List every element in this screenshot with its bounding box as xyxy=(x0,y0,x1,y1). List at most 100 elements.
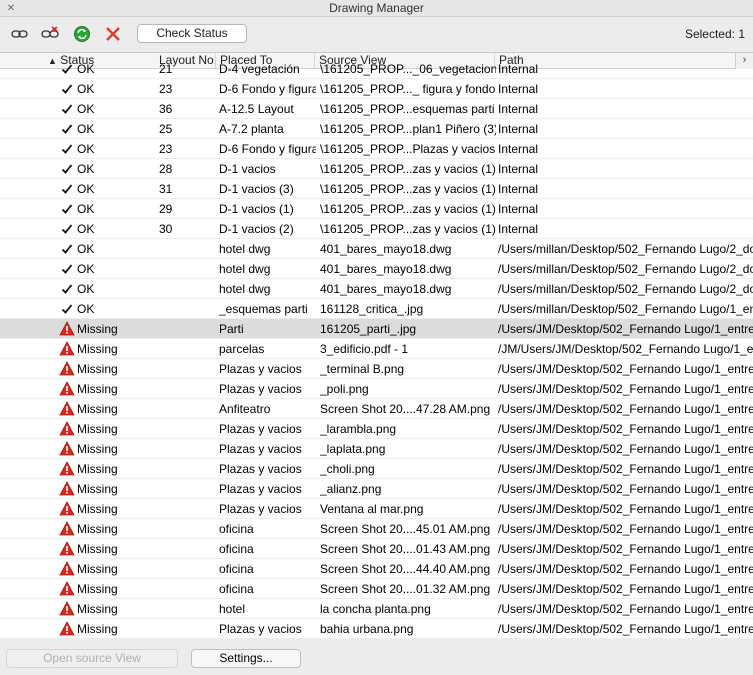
checkmark-icon xyxy=(58,99,76,119)
row-path: /Users/millan/Desktop/502_Fernando Lugo/… xyxy=(498,302,753,316)
row-status: OK xyxy=(77,142,95,156)
row-placed-to: _esquemas parti xyxy=(219,302,308,316)
delete-x-icon[interactable] xyxy=(102,24,124,44)
checkmark-icon xyxy=(58,179,76,199)
row-path: /Users/JM/Desktop/502_Fernando Lugo/1_en… xyxy=(498,422,753,436)
table-row[interactable]: OK 25 A-7.2 planta \161205_PROP...plan1 Piñ… xyxy=(0,119,753,139)
row-placed-to: Plazas y vacios xyxy=(219,622,302,636)
row-source-view: \161205_PROP..._ figura y fondo xyxy=(320,82,496,96)
row-layout-no xyxy=(159,299,217,319)
open-source-view-button[interactable]: Open source View xyxy=(6,649,178,668)
row-path: /JM/Users/JM/Desktop/502_Fernando Lugo/1… xyxy=(498,342,753,356)
row-source-view: \161205_PROP...zas y vacios (1) xyxy=(320,202,496,216)
row-source-view: la concha planta.png xyxy=(320,602,431,616)
table-row[interactable]: Missing Plazas y vacios _alianz.png/Users/… xyxy=(0,479,753,499)
row-placed-to: hotel dwg xyxy=(219,262,271,276)
table-row[interactable]: Missing oficina Screen Shot 20....01.32 AM… xyxy=(0,579,753,599)
checkmark-icon xyxy=(58,239,76,259)
row-placed-to: parcelas xyxy=(219,342,265,356)
table-row[interactable]: OK 30 D-1 vacios (2) \161205_PROP...zas y v… xyxy=(0,219,753,239)
row-placed-to: Plazas y vacios xyxy=(219,362,302,376)
row-placed-to: D-6 Fondo y figura xyxy=(219,142,316,156)
row-layout-no: 28 xyxy=(159,162,173,176)
table-row[interactable]: Missing Plazas y vacios Ventana al mar.png… xyxy=(0,499,753,519)
table-row[interactable]: Missing Plazas y vacios _laplata.png/Users… xyxy=(0,439,753,459)
row-path: /Users/millan/Desktop/502_Fernando Lugo/… xyxy=(498,262,753,276)
warning-icon xyxy=(58,399,76,419)
row-source-view: \161205_PROP...esquemas parti xyxy=(320,102,495,116)
table-row[interactable]: Missing Parti 161205_parti_.jpg/Users/JM/D… xyxy=(0,319,753,339)
row-layout-no: 25 xyxy=(159,122,173,136)
checkmark-icon xyxy=(58,79,76,99)
row-source-view: \161205_PROP...zas y vacios (1) xyxy=(320,222,496,236)
close-window-icon[interactable]: ✕ xyxy=(6,4,16,14)
row-path: /Users/JM/Desktop/502_Fernando Lugo/1_en… xyxy=(498,562,753,576)
table-row[interactable]: Missing oficina Screen Shot 20....01.43 AM… xyxy=(0,539,753,559)
row-status: Missing xyxy=(77,582,118,596)
link-icon[interactable] xyxy=(9,24,31,44)
row-path: Internal xyxy=(498,222,539,236)
table-row[interactable]: Missing Plazas y vacios bahia urbana.png/U… xyxy=(0,619,753,639)
table-row[interactable]: OK 29 D-1 vacios (1) \161205_PROP...zas y v… xyxy=(0,199,753,219)
table-row[interactable]: OK 21 D-4 vegetación \161205_PROP..._06_veg… xyxy=(0,59,753,79)
row-source-view: _laplata.png xyxy=(320,442,386,456)
table-row[interactable]: Missing Plazas y vacios _terminal B.png/Us… xyxy=(0,359,753,379)
row-path: Internal xyxy=(498,142,539,156)
row-path: Internal xyxy=(498,62,539,76)
row-placed-to: D-4 vegetación xyxy=(219,62,300,76)
row-layout-no: 29 xyxy=(159,202,173,216)
row-status: OK xyxy=(77,282,95,296)
table-row[interactable]: Missing hotel la concha planta.png/Users/J… xyxy=(0,599,753,619)
row-placed-to: A-7.2 planta xyxy=(219,122,284,136)
row-source-view: _terminal B.png xyxy=(320,362,405,376)
row-placed-to: Plazas y vacios xyxy=(219,422,302,436)
footer: Open source View Settings... xyxy=(0,640,753,675)
table-row[interactable]: OK hotel dwg 401_bares_mayo18.dwg/Users/mi… xyxy=(0,279,753,299)
row-layout-no xyxy=(159,579,217,599)
table-row[interactable]: Missing oficina Screen Shot 20....44.40 AM… xyxy=(0,559,753,579)
row-layout-no: 21 xyxy=(159,62,173,76)
row-path: /Users/JM/Desktop/502_Fernando Lugo/1_en… xyxy=(498,482,753,496)
table-row[interactable]: Missing Plazas y vacios _poli.png/Users/JM… xyxy=(0,379,753,399)
table-row[interactable]: Missing Plazas y vacios _larambla.png/User… xyxy=(0,419,753,439)
table-row[interactable]: OK hotel dwg 401_bares_mayo18.dwg/Users/mi… xyxy=(0,259,753,279)
row-status: Missing xyxy=(77,342,118,356)
selected-count: Selected: 1 xyxy=(684,27,745,41)
row-layout-no: 31 xyxy=(159,182,173,196)
refresh-icon[interactable] xyxy=(71,24,93,44)
table-row[interactable]: OK hotel dwg 401_bares_mayo18.dwg/Users/mi… xyxy=(0,239,753,259)
checkmark-icon xyxy=(58,279,76,299)
row-status: OK xyxy=(77,182,95,196)
checkmark-icon xyxy=(58,259,76,279)
row-layout-no xyxy=(159,399,217,419)
table-row[interactable]: OK 23 D-6 Fondo y figura \161205_PROP..._ f… xyxy=(0,79,753,99)
row-layout-no: 30 xyxy=(159,222,173,236)
row-status: Missing xyxy=(77,522,118,536)
row-layout-no xyxy=(159,319,217,339)
table-row[interactable]: OK 31 D-1 vacios (3) \161205_PROP...zas y v… xyxy=(0,179,753,199)
table-row[interactable]: Missing Plazas y vacios _choli.png/Users/J… xyxy=(0,459,753,479)
row-status: Missing xyxy=(77,602,118,616)
row-layout-no: 23 xyxy=(159,142,173,156)
table-row[interactable]: OK 23 D-6 Fondo y figura \161205_PROP...Pla… xyxy=(0,139,753,159)
row-source-view: 161205_parti_.jpg xyxy=(320,322,417,336)
unlink-icon[interactable] xyxy=(40,24,62,44)
row-source-view: _choli.png xyxy=(320,462,375,476)
row-layout-no: 23 xyxy=(159,82,173,96)
table-row[interactable]: Missing parcelas 3_edificio.pdf - 1/JM/Use… xyxy=(0,339,753,359)
table-row[interactable]: Missing Anfiteatro Screen Shot 20....47.28… xyxy=(0,399,753,419)
row-source-view: \161205_PROP..._06_vegetacion xyxy=(320,62,496,76)
checkmark-icon xyxy=(58,59,76,79)
row-placed-to: hotel xyxy=(219,602,246,616)
table-row[interactable]: Missing oficina Screen Shot 20....45.01 AM… xyxy=(0,519,753,539)
table-row[interactable]: OK 28 D-1 vacios \161205_PROP...zas y vacio… xyxy=(0,159,753,179)
table-row[interactable]: OK _esquemas parti 161128_critica_.jpg/Use… xyxy=(0,299,753,319)
table-row[interactable]: OK 36 A-12.5 Layout \161205_PROP...esquemas… xyxy=(0,99,753,119)
settings-button[interactable]: Settings... xyxy=(191,649,301,668)
row-status: Missing xyxy=(77,362,118,376)
row-status: OK xyxy=(77,262,95,276)
check-status-button[interactable]: Check Status xyxy=(137,24,247,43)
row-layout-no xyxy=(159,519,217,539)
row-path: /Users/JM/Desktop/502_Fernando Lugo/1_en… xyxy=(498,522,753,536)
window-title: Drawing Manager xyxy=(329,1,424,15)
